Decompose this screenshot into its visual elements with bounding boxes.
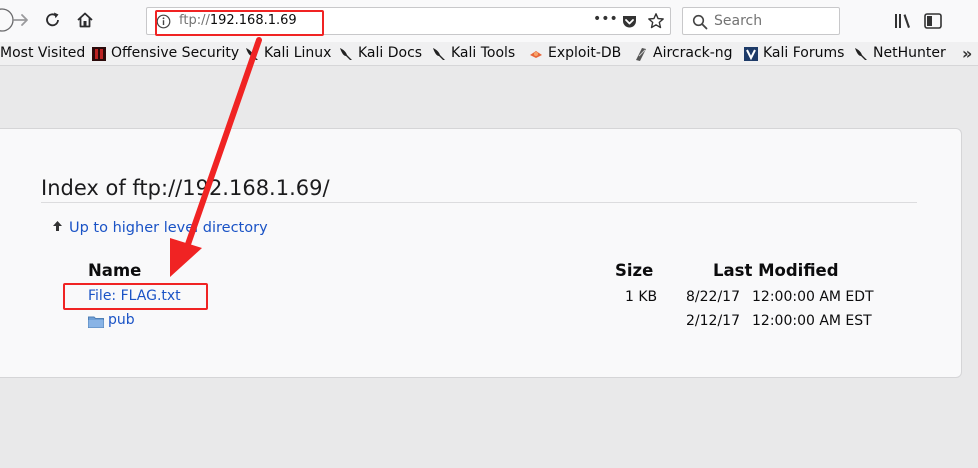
arrow-head: [170, 238, 202, 277]
arrow-shaft: [183, 37, 262, 253]
annotation-arrow: [170, 37, 262, 277]
